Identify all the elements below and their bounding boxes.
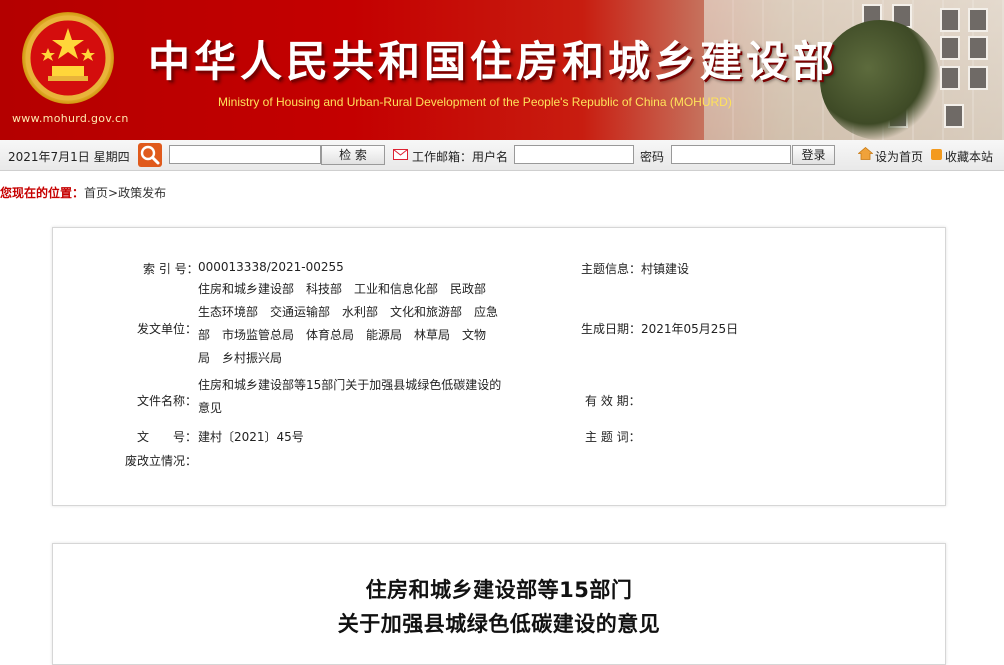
search-icon[interactable] [138,143,162,167]
breadcrumb-label: 您现在的位置： [0,186,85,200]
breadcrumb-current-link[interactable]: 政策发布 [118,186,166,200]
password-input[interactable] [671,145,791,164]
rss-icon [931,149,942,160]
validity-label: 有 效 期： [585,394,641,408]
site-url: www.mohurd.gov.cn [12,112,129,125]
index-value: 000013338/2021-00255 [198,260,344,274]
mail-icon [393,149,408,160]
current-date: 2021年7月1日 星期四 [8,150,130,164]
date-value: 2021年05月25日 [641,322,739,336]
home-icon [858,147,873,160]
mail-username-label: 工作邮箱：用户名 [412,150,509,164]
issuer-line: 生态环境部 交通运输部 水利部 文化和旅游部 应急 [198,305,499,319]
login-button[interactable]: 登录 [792,145,835,165]
document-title-line-1: 住房和城乡建设部等15部门 [365,578,633,602]
keyword-label: 主 题 词： [585,430,641,444]
username-input[interactable] [514,145,634,164]
filename-line: 意见 [198,401,223,415]
issuer-line: 局 乡村振兴局 [198,351,283,365]
doc-number-label: 文 号： [137,430,198,444]
issuer-line: 住房和城乡建设部 科技部 工业和信息化部 民政部 [198,282,487,296]
issuer-label: 发文单位： [137,322,198,336]
breadcrumb-home-link[interactable]: 首页 [84,186,108,200]
filename-value: 住房和城乡建设部等15部门关于加强县城绿色低碳建设的 意见 [198,374,508,420]
filename-line: 住房和城乡建设部等15部门关于加强县城绿色低碳建设的 [198,378,502,392]
search-button[interactable]: 检 索 [321,145,385,165]
site-banner: www.mohurd.gov.cn 中华人民共和国住房和城乡建设部 Minist… [0,0,1004,140]
site-title: 中华人民共和国住房和城乡建设部 [148,37,839,86]
site-subtitle: Ministry of Housing and Urban-Rural Deve… [218,95,732,109]
status-label: 废改立情况： [125,454,198,468]
bookmark-link[interactable]: 收藏本站 [945,148,993,165]
breadcrumb: 您现在的位置：首页>政策发布 [0,184,166,201]
document-meta-box: 索 引 号： 000013338/2021-00255 主题信息： 村镇建设 发… [52,227,946,506]
date-label: 生成日期： [581,322,642,336]
issuer-value: 住房和城乡建设部 科技部 工业和信息化部 民政部 生态环境部 交通运输部 水利部… [198,278,508,370]
breadcrumb-separator: > [108,186,119,200]
set-home-link[interactable]: 设为首页 [875,148,923,165]
document-title-line-2: 关于加强县城绿色低碳建设的意见 [337,612,661,636]
filename-label: 文件名称： [137,394,198,408]
doc-number-value: 建村〔2021〕45号 [198,430,304,444]
topic-label: 主题信息： [581,262,642,276]
password-label: 密码 [640,150,665,164]
index-label: 索 引 号： [143,262,199,276]
issuer-line: 部 市场监管总局 体育总局 能源局 林草局 文物 [198,328,487,342]
document-content-box: 住房和城乡建设部等15部门 关于加强县城绿色低碳建设的意见 [52,543,946,665]
search-input[interactable] [169,145,321,164]
national-emblem-icon [22,12,114,104]
topic-value: 村镇建设 [641,262,690,276]
